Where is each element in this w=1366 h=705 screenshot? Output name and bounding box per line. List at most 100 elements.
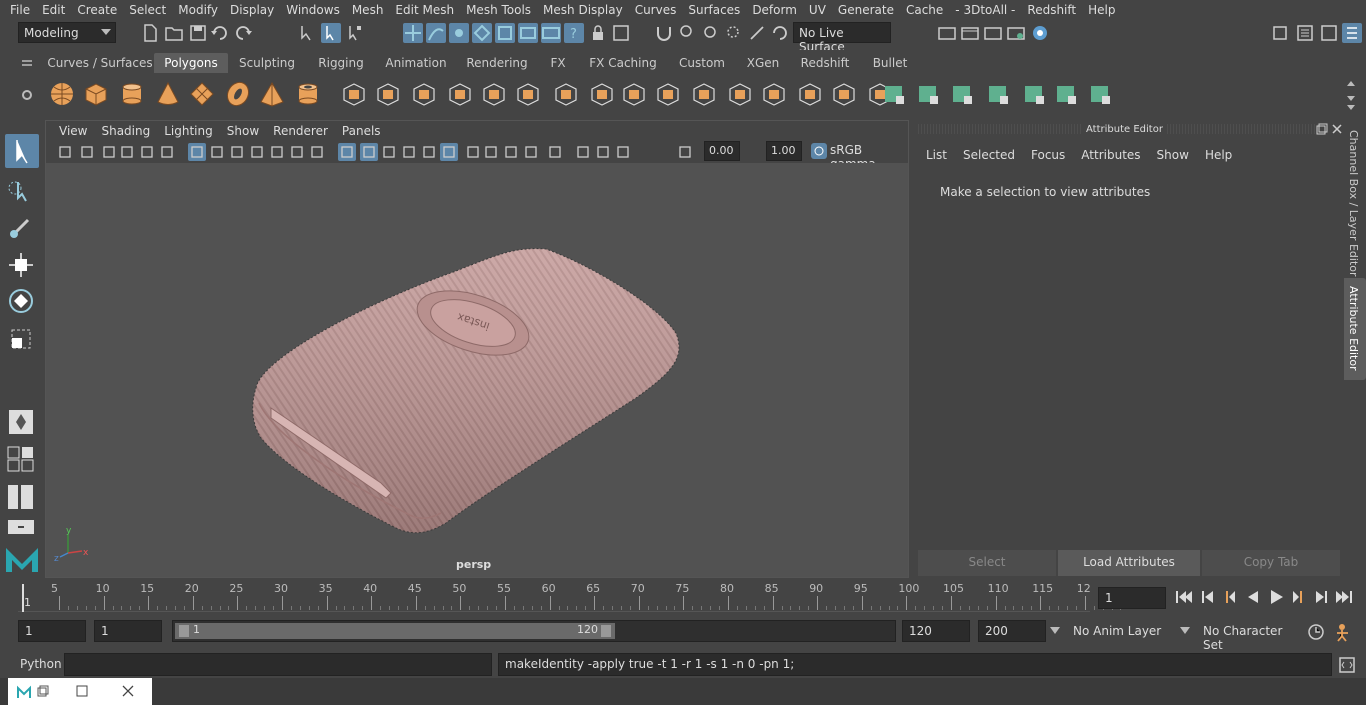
- exposure-icon[interactable]: [676, 143, 694, 161]
- shelf-tab-rendering[interactable]: Rendering: [456, 53, 538, 73]
- resolution-gate-icon[interactable]: [228, 143, 246, 161]
- shelf-tab-redshift[interactable]: Redshift: [790, 53, 860, 73]
- shelf-tab-custom[interactable]: Custom: [668, 53, 736, 73]
- snap-live-button[interactable]: [518, 23, 538, 43]
- command-result-field[interactable]: makeIdentity -apply true -t 1 -r 1 -s 1 …: [498, 653, 1332, 676]
- close-window-icon[interactable]: [122, 685, 134, 697]
- undo-icon[interactable]: [210, 23, 230, 43]
- shelf-tab-bullet[interactable]: Bullet: [860, 53, 920, 73]
- xray-components-icon[interactable]: [614, 143, 632, 161]
- xray-icon[interactable]: [574, 143, 592, 161]
- character-set-arrow-icon[interactable]: [1180, 627, 1190, 635]
- shelf-uv-unfold-icon[interactable]: [1020, 80, 1048, 108]
- step-forward-key-icon[interactable]: [1293, 591, 1302, 603]
- shelf-pyramid-icon[interactable]: [258, 80, 286, 108]
- shelf-insert-edge-loop-icon[interactable]: [654, 80, 682, 108]
- anti-aliasing-icon[interactable]: [502, 143, 520, 161]
- redo-icon[interactable]: [233, 23, 253, 43]
- grid-icon[interactable]: [188, 143, 206, 161]
- viewport-panel[interactable]: View Shading Lighting Show Renderer Panels 0.…: [45, 120, 909, 578]
- snap-view-button[interactable]: [472, 23, 492, 43]
- scale-tool-icon[interactable]: [6, 324, 36, 354]
- shelf-target-weld-icon[interactable]: [760, 80, 788, 108]
- anim-layer-arrow-icon[interactable]: [1050, 627, 1060, 635]
- shelf-settings-gear-icon[interactable]: [20, 88, 34, 102]
- menu-generate[interactable]: Generate: [832, 3, 900, 17]
- camera-attributes-icon[interactable]: [78, 143, 96, 161]
- shelf-tab-rigging[interactable]: Rigging: [306, 53, 376, 73]
- attr-menu-focus[interactable]: Focus: [1023, 144, 1073, 166]
- channel-box-tab[interactable]: Channel Box / Layer Editor: [1344, 124, 1366, 277]
- shelf-tab-fx-caching[interactable]: FX Caching: [578, 53, 668, 73]
- menu-deform[interactable]: Deform: [746, 3, 803, 17]
- shelf-uv-checker-icon[interactable]: [1052, 80, 1080, 108]
- viewport-menu-show[interactable]: Show: [220, 124, 266, 138]
- save-scene-icon[interactable]: [188, 23, 208, 43]
- attr-menu-show[interactable]: Show: [1149, 144, 1197, 166]
- 3d-canvas[interactable]: instax y x z persp: [46, 163, 908, 577]
- menu-mesh-display[interactable]: Mesh Display: [537, 3, 629, 17]
- time-slider[interactable]: 1 5 10 15 20 25 30 35 40 45 50 55 60 65 70 75 80 85 90 95 1…: [0, 580, 1366, 614]
- restore-maya-icon[interactable]: [16, 684, 50, 700]
- viewport-menu-view[interactable]: View: [52, 124, 94, 138]
- script-editor-icon[interactable]: [1338, 656, 1356, 674]
- snap-together-icon[interactable]: [678, 23, 698, 43]
- motion-blur-icon[interactable]: [482, 143, 500, 161]
- snap-grid-button[interactable]: [403, 23, 423, 43]
- exposure-field[interactable]: 0.00: [704, 141, 740, 161]
- shelf-tab-xgen[interactable]: XGen: [736, 53, 790, 73]
- hypershade-icon[interactable]: [1030, 23, 1050, 43]
- menu-3dtoall[interactable]: - 3DtoAll -: [949, 3, 1021, 17]
- tool-settings-icon[interactable]: [1319, 23, 1339, 43]
- range-slider-handle[interactable]: 1 120: [175, 623, 615, 639]
- playback-start-field[interactable]: 1: [94, 620, 162, 642]
- render-frame-icon[interactable]: [960, 23, 980, 43]
- play-forward-icon[interactable]: [1271, 590, 1283, 604]
- menu-help[interactable]: Help: [1082, 3, 1121, 17]
- attribute-editor-tab[interactable]: Attribute Editor: [1344, 278, 1366, 380]
- isolate-select-icon[interactable]: [546, 143, 564, 161]
- shelf-separate-icon[interactable]: [374, 80, 402, 108]
- scene-end-field[interactable]: 200: [978, 620, 1046, 642]
- viewport-menu-renderer[interactable]: Renderer: [266, 124, 335, 138]
- menu-modify[interactable]: Modify: [172, 3, 224, 17]
- animation-prefs-icon[interactable]: [1334, 622, 1356, 642]
- shelf-uv-cylindrical-icon[interactable]: [914, 80, 942, 108]
- load-attributes-button[interactable]: Load Attributes: [1058, 550, 1200, 576]
- current-time-marker[interactable]: [22, 584, 24, 612]
- shelf-cylinder-icon[interactable]: [118, 80, 146, 108]
- shelf-center-pivot-icon[interactable]: [796, 80, 824, 108]
- minimized-window[interactable]: [8, 678, 152, 705]
- shelf-extrude-icon[interactable]: [588, 80, 616, 108]
- command-language-toggle[interactable]: Python: [20, 657, 62, 671]
- smooth-shade-icon[interactable]: [360, 143, 378, 161]
- select-tool-button[interactable]: [5, 134, 39, 168]
- lock-icon[interactable]: [588, 23, 608, 43]
- paint-select-icon[interactable]: [6, 212, 36, 242]
- step-forward-icon[interactable]: [1316, 591, 1327, 603]
- shelf-sphere-icon[interactable]: [48, 80, 76, 108]
- open-scene-icon[interactable]: [164, 23, 184, 43]
- shelf-menu-icon[interactable]: [20, 58, 34, 68]
- single-pane-layout-icon[interactable]: [6, 408, 36, 436]
- range-slider-right-grip[interactable]: [601, 625, 611, 637]
- copy-tab-button[interactable]: Copy Tab: [1202, 550, 1340, 576]
- scene-start-field[interactable]: 1: [18, 620, 86, 642]
- menu-edit[interactable]: Edit: [36, 3, 71, 17]
- shelf-combine-icon[interactable]: [340, 80, 368, 108]
- snap-point-button[interactable]: [449, 23, 469, 43]
- depth-of-field-icon[interactable]: [522, 143, 540, 161]
- character-set-dropdown[interactable]: No Character Set: [1196, 620, 1300, 652]
- gamma-field[interactable]: 1.00: [766, 141, 802, 161]
- select-component-icon[interactable]: [344, 23, 364, 43]
- menu-windows[interactable]: Windows: [280, 3, 346, 17]
- 2d-pan-zoom-icon[interactable]: [138, 143, 156, 161]
- command-input[interactable]: [64, 653, 492, 676]
- shelf-extract-icon[interactable]: [410, 80, 438, 108]
- select-tool-icon[interactable]: [611, 23, 631, 43]
- shelf-uv-planar-icon[interactable]: [880, 80, 908, 108]
- select-camera-icon[interactable]: [56, 143, 74, 161]
- default-material-icon[interactable]: [380, 143, 398, 161]
- menu-mesh-tools[interactable]: Mesh Tools: [460, 3, 537, 17]
- float-panel-icon[interactable]: [1316, 123, 1328, 135]
